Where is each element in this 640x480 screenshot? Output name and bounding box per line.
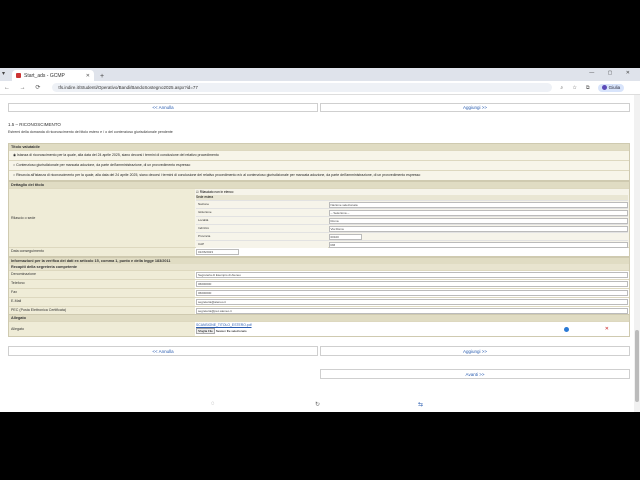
localita-input[interactable]: Roma bbox=[328, 217, 628, 224]
window-controls[interactable]: — ▢ ✕ bbox=[589, 70, 636, 76]
sub-label: Nazione bbox=[196, 201, 328, 208]
sub-label: Località bbox=[196, 217, 328, 224]
section-title: 1.5 – RICONOSCIMENTO bbox=[8, 122, 61, 127]
section-description: Estremi della domanda di riconoscimento … bbox=[8, 130, 173, 134]
allegato-panel: Allegato Allegato SCANSIONE_TITOLO_ESTER… bbox=[8, 314, 630, 337]
avanti-button[interactable]: Avanti >> bbox=[320, 369, 630, 379]
email-input[interactable]: segreteria@ateneo.it bbox=[196, 299, 628, 305]
telefono-input[interactable]: 06000000 bbox=[196, 281, 628, 287]
page-content: << Annulla Aggiungi >> 1.5 – RICONOSCIME… bbox=[0, 95, 634, 412]
field-label: Denominazione bbox=[9, 271, 195, 279]
new-tab-button[interactable]: + bbox=[100, 73, 104, 80]
tab-bar: ▾ Start_ads - GCMP ✕ + — ▢ ✕ bbox=[0, 68, 640, 81]
cap-input[interactable]: RM bbox=[328, 241, 628, 248]
sub-label: CAP bbox=[196, 241, 328, 248]
browser-window: ▾ Start_ads - GCMP ✕ + — ▢ ✕ ← → ⟳ tfs.i… bbox=[0, 68, 640, 412]
radio-label: Istanza di riconoscimento per la quale, … bbox=[17, 153, 219, 157]
data-input[interactable]: 01/06/2023 bbox=[196, 249, 239, 255]
tab-search-icon[interactable]: ▾ bbox=[2, 70, 5, 77]
aggiungi-top-button[interactable]: Aggiungi >> bbox=[320, 103, 630, 112]
nazione-input[interactable]: Nazione selezionata bbox=[328, 201, 628, 208]
profile-button[interactable]: Giulia bbox=[597, 83, 625, 92]
rilascio-label: Rilascio o sede bbox=[9, 189, 195, 247]
indirizzo-input[interactable]: Via Roma bbox=[328, 225, 628, 232]
istituzione-select[interactable]: -- Seleziona -- bbox=[328, 209, 628, 216]
avatar bbox=[601, 85, 607, 90]
toolbar-icons[interactable]: ⌕ ☆ ⧉ bbox=[560, 85, 593, 91]
tab-title: Start_ads - GCMP bbox=[24, 72, 65, 79]
field-label: Telefono bbox=[9, 280, 195, 288]
checkbox-label: Rilasciato non in elenco bbox=[199, 190, 234, 194]
radio-option-3[interactable]: ○ Rinuncia all'istanza di riconoscimento… bbox=[9, 170, 629, 180]
file-link[interactable]: SCANSIONE_TITOLO_ESTERO.pdf bbox=[196, 323, 628, 327]
address-bar: ← → ⟳ tfs.indire.it/Studenti/Operativo/B… bbox=[0, 81, 640, 95]
data-label: Data conseguimento bbox=[9, 248, 195, 256]
info-panel: Informazioni per la verifica dei dati ex… bbox=[8, 257, 630, 316]
no-file-text: Nessun file selezionato bbox=[215, 329, 247, 333]
fax-input[interactable]: 06000000 bbox=[196, 290, 628, 296]
upload-icon[interactable] bbox=[564, 327, 569, 332]
close-tab-icon[interactable]: ✕ bbox=[86, 73, 90, 79]
scrollbar-thumb[interactable] bbox=[635, 330, 639, 402]
profile-label: Giulia bbox=[608, 85, 621, 90]
url-text: tfs.indire.it/Studenti/Operativo/Bandi/B… bbox=[58, 85, 198, 90]
browser-tab[interactable]: Start_ads - GCMP ✕ bbox=[12, 70, 94, 81]
denominazione-input[interactable]: Segreteria di Esempio di Ateneo bbox=[196, 272, 628, 278]
radio-option-1[interactable]: ◉ Istanza di riconoscimento per la quale… bbox=[9, 150, 629, 160]
provincia-input[interactable]: 00100 bbox=[328, 233, 362, 240]
annulla-bottom-button[interactable]: << Annulla bbox=[8, 346, 318, 356]
aggiungi-bottom-button[interactable]: Aggiungi >> bbox=[320, 346, 630, 356]
sub-label: Indirizzo bbox=[196, 225, 328, 232]
swap-icon[interactable]: ⇆ bbox=[418, 401, 423, 408]
titolo-valutabile-panel: Titolo valutabile ◉ Istanza di riconosci… bbox=[8, 143, 630, 181]
url-input[interactable]: tfs.indire.it/Studenti/Operativo/Bandi/B… bbox=[52, 83, 553, 92]
radio-label: Rinuncia all'istanza di riconoscimento p… bbox=[16, 173, 421, 177]
radio-option-2[interactable]: ○ Contenzioso giurisdizionale per mancat… bbox=[9, 160, 629, 170]
browse-file-button[interactable]: Sfoglia File bbox=[196, 328, 215, 334]
favicon-icon bbox=[16, 73, 21, 78]
black-bottom-area bbox=[0, 412, 640, 480]
field-label: E-Mail bbox=[9, 298, 195, 306]
allegato-label: Allegato bbox=[9, 322, 195, 336]
dettaglio-panel: Dettaglio del titolo Rilascio o sede ☑ R… bbox=[8, 181, 630, 257]
nav-buttons[interactable]: ← → ⟳ bbox=[4, 84, 44, 91]
refresh-icon[interactable]: ↻ bbox=[315, 401, 320, 408]
annulla-top-button[interactable]: << Annulla bbox=[8, 103, 318, 112]
scrollbar[interactable] bbox=[634, 95, 640, 412]
field-label: Fax bbox=[9, 289, 195, 297]
remove-file-icon[interactable]: ✕ bbox=[605, 326, 609, 332]
sub-label: Istituzione bbox=[196, 209, 328, 216]
cursor-icon: ◌ bbox=[211, 401, 215, 407]
radio-label: Contenzioso giurisdizionale per mancata … bbox=[16, 163, 191, 167]
sub-label: Provincia bbox=[196, 233, 328, 240]
